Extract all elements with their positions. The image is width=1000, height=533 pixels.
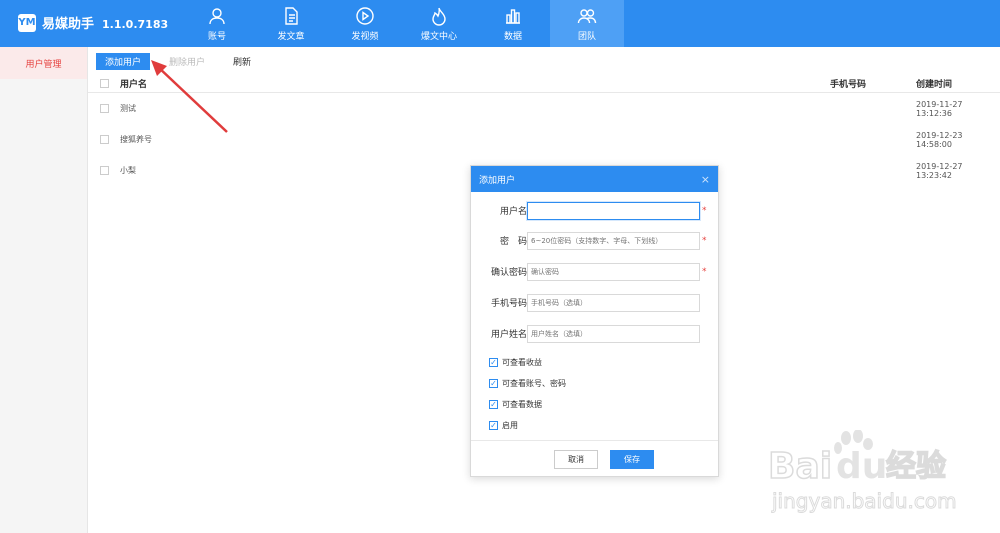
permission-account-password[interactable]: ✓ 可查看账号、密码 — [489, 378, 566, 389]
realname-label: 用户姓名 — [490, 330, 527, 340]
username-input[interactable] — [527, 201, 700, 220]
checkbox-label: 启用 — [502, 421, 518, 430]
add-user-button[interactable]: 添加用户 — [96, 52, 151, 70]
form-row-username: 用户名 * — [471, 201, 707, 220]
check-icon[interactable]: ✓ — [489, 379, 498, 388]
select-all-checkbox[interactable] — [99, 79, 109, 88]
check-icon[interactable]: ✓ — [489, 421, 498, 430]
checkbox-label: 可查看数据 — [502, 400, 542, 409]
nav-label: 发文章 — [277, 32, 305, 42]
username-label: 用户名 — [499, 207, 527, 217]
permission-enable[interactable]: ✓ 启用 — [489, 420, 518, 431]
password-input[interactable] — [527, 231, 700, 250]
required-mark: * — [702, 235, 707, 246]
bar-chart-icon — [506, 9, 520, 24]
nav-item-hot[interactable]: 爆文中心 — [402, 0, 476, 47]
check-icon[interactable]: ✓ — [489, 400, 498, 409]
phone-input[interactable] — [527, 293, 700, 312]
nav-label: 爆文中心 — [420, 32, 457, 42]
add-user-dialog: 添加用户 × 用户名 * 密 码 * 确认密码 * 手机号码 用户姓名 ✓ 可查… — [470, 165, 719, 477]
checkbox-label: 可查看收益 — [502, 358, 542, 367]
annotation-arrow — [151, 60, 228, 133]
close-icon[interactable]: × — [701, 173, 710, 186]
cell-created: 2019-12-27 13:23:42 — [916, 161, 963, 180]
app-logo: YM 易媒助手 1.1.0.7183 — [18, 13, 168, 32]
cancel-button[interactable]: 取消 — [554, 450, 598, 469]
top-bar: YM 易媒助手 1.1.0.7183 账号 发文章 发视频 爆文中心 数据 团队 — [0, 0, 1000, 47]
cell-created: 2019-11-27 13:12:36 — [916, 99, 963, 118]
dialog-footer: 取消 保存 — [471, 440, 718, 477]
checkbox-label: 可查看账号、密码 — [502, 379, 566, 388]
column-phone: 手机号码 — [830, 80, 867, 90]
nav-label: 账号 — [207, 32, 226, 42]
document-icon — [285, 7, 298, 25]
sidebar-item-user-management[interactable]: 用户管理 — [0, 47, 87, 79]
nav-label: 数据 — [503, 32, 522, 42]
watermark-url: jingyan.baidu.com — [771, 489, 957, 513]
watermark-cn: 经验 — [886, 449, 946, 484]
app-version: 1.1.0.7183 — [102, 18, 169, 31]
phone-label: 手机号码 — [490, 299, 527, 309]
cell-created: 2019-12-23 14:58:00 — [916, 130, 963, 149]
form-row-password: 密 码 * — [471, 231, 707, 250]
password-label: 密 码 — [499, 237, 527, 247]
form-row-realname: 用户姓名 — [471, 324, 700, 343]
nav-label: 团队 — [577, 32, 596, 42]
permission-earnings[interactable]: ✓ 可查看收益 — [489, 357, 542, 368]
row-checkbox[interactable] — [99, 166, 109, 175]
watermark-brand: Bai — [768, 446, 832, 487]
form-row-confirm: 确认密码 * — [471, 262, 707, 281]
flame-icon — [432, 7, 446, 26]
nav-item-data[interactable]: 数据 — [476, 0, 550, 47]
baidu-jingyan-watermark: Bai du 经验 jingyan.baidu.com — [767, 430, 957, 514]
dialog-title: 添加用户 — [479, 175, 516, 186]
app-name: 易媒助手 — [42, 17, 95, 32]
dialog-header: 添加用户 × — [471, 166, 718, 192]
required-mark: * — [702, 266, 707, 277]
nav-item-team[interactable]: 团队 — [550, 0, 624, 47]
check-icon[interactable]: ✓ — [489, 358, 498, 367]
confirm-password-input[interactable] — [527, 262, 700, 281]
play-icon — [356, 7, 374, 25]
nav-item-account[interactable]: 账号 — [180, 0, 254, 47]
sidebar: 用户管理 — [0, 47, 88, 533]
nav-item-article[interactable]: 发文章 — [254, 0, 328, 47]
nav-item-video[interactable]: 发视频 — [328, 0, 402, 47]
required-mark: * — [702, 205, 707, 216]
user-icon — [209, 8, 225, 25]
save-button[interactable]: 保存 — [610, 450, 654, 469]
confirm-password-label: 确认密码 — [490, 268, 527, 278]
row-checkbox[interactable] — [99, 104, 109, 113]
watermark-brand2: du — [836, 446, 887, 487]
team-icon — [577, 9, 597, 24]
column-created: 创建时间 — [916, 80, 953, 90]
nav-label: 发视频 — [351, 32, 379, 42]
permission-data[interactable]: ✓ 可查看数据 — [489, 399, 542, 410]
row-checkbox[interactable] — [99, 135, 109, 144]
logo-mark: YM — [18, 13, 36, 32]
main-nav: 账号 发文章 发视频 爆文中心 数据 团队 — [180, 0, 624, 47]
realname-input[interactable] — [527, 324, 700, 343]
form-row-phone: 手机号码 — [471, 293, 700, 312]
